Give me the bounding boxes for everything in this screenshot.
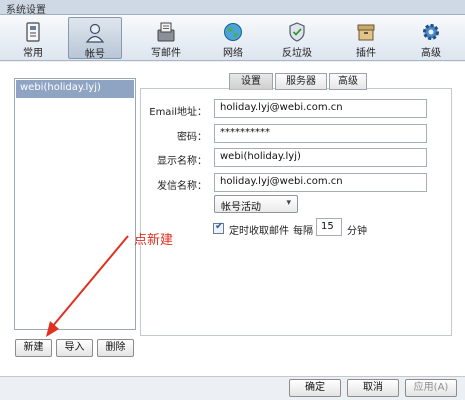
account-list-item[interactable]: webi(holiday.lyj) (16, 80, 134, 98)
tab-server[interactable]: 服务器 (275, 73, 327, 90)
toolbar-item-general[interactable]: 常用 (6, 17, 60, 59)
toolbar-label: 高级 (421, 48, 441, 59)
sender-name-field[interactable]: holiday.lyj@webi.com.cn (214, 173, 427, 192)
tab-settings[interactable]: 设置 (229, 73, 273, 90)
compose-mail-icon (157, 22, 175, 42)
password-label: 密码： (177, 132, 207, 143)
chevron-down-icon: ▾ (286, 198, 291, 208)
toolbar-item-compose[interactable]: 写邮件 (139, 17, 193, 59)
display-name-label: 显示名称： (157, 156, 207, 167)
shield-icon (289, 22, 305, 42)
toolbar-item-plugins[interactable]: 插件 (339, 17, 393, 59)
account-status-value: 帐号活动 (221, 202, 261, 213)
toolbar-label: 反垃圾 (282, 48, 312, 59)
toolbar-item-network[interactable]: 网络 (206, 17, 260, 59)
interval-input[interactable]: 15 (316, 218, 342, 236)
toolbar-item-account[interactable]: 帐号 (68, 17, 122, 60)
gear-icon (423, 24, 439, 40)
display-name-field[interactable]: webi(holiday.lyj) (214, 148, 427, 167)
new-account-button[interactable]: 新建 (15, 339, 52, 357)
tab-advanced[interactable]: 高级 (329, 73, 367, 90)
ok-button[interactable]: 确定 (289, 379, 341, 397)
annotation-text: 点新建 (134, 233, 174, 248)
settings-toolbar: 常用 帐号 写邮件 网络 反垃圾 插件 高级 (0, 15, 465, 61)
interval-unit: 分钟 (347, 226, 367, 237)
title-bar: 系统设置 (0, 0, 465, 16)
plugin-box-icon (357, 24, 375, 41)
account-icon (85, 23, 105, 43)
toolbar-label: 常用 (23, 48, 43, 59)
toolbar-item-advanced[interactable]: 高级 (404, 17, 458, 59)
globe-icon (224, 23, 242, 41)
account-list[interactable]: webi(holiday.lyj) (14, 78, 136, 330)
apply-button[interactable]: 应用(A) (405, 379, 457, 397)
auto-receive-checkbox[interactable]: ✔ (213, 221, 224, 234)
password-field[interactable]: ********** (214, 124, 427, 143)
toolbar-label: 插件 (356, 48, 376, 59)
interval-prefix: 每隔 (293, 226, 313, 237)
sender-name-label: 发信名称： (157, 181, 207, 192)
email-field[interactable]: holiday.lyj@webi.com.cn (214, 99, 427, 118)
checkmark-icon: ✔ (215, 221, 224, 232)
general-settings-icon (26, 22, 40, 42)
toolbar-label: 帐号 (85, 49, 105, 60)
toolbar-label: 写邮件 (151, 48, 181, 59)
toolbar-item-antispam[interactable]: 反垃圾 (270, 17, 324, 59)
toolbar-label: 网络 (223, 48, 243, 59)
cancel-button[interactable]: 取消 (347, 379, 399, 397)
email-label: Email地址： (149, 107, 207, 118)
delete-account-button[interactable]: 删除 (97, 339, 134, 357)
account-status-select[interactable]: 帐号活动 ▾ (214, 195, 298, 213)
window-title: 系统设置 (6, 5, 46, 16)
auto-receive-label: 定时收取邮件 (229, 226, 289, 237)
import-account-button[interactable]: 导入 (56, 339, 93, 357)
